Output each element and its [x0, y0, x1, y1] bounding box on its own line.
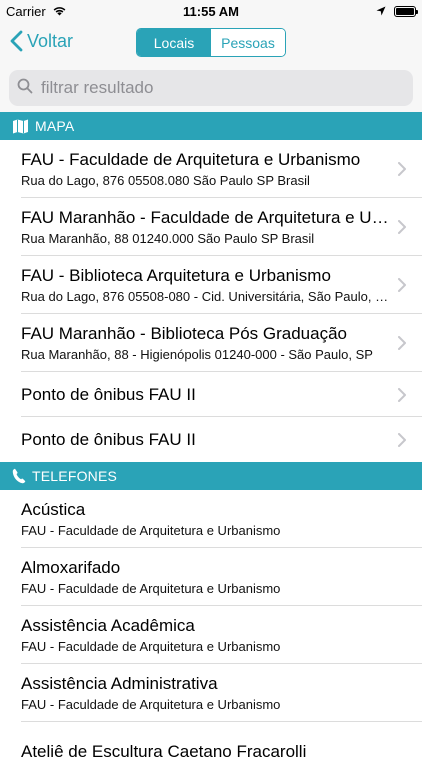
list-item[interactable]: Ateliê de Escultura Caetano Fracarolli — [0, 722, 422, 780]
item-subtitle: Rua do Lago, 876 05508-080 - Cid. Univer… — [21, 289, 390, 304]
segment-pessoas[interactable]: Pessoas — [211, 29, 285, 56]
item-title: Ponto de ônibus FAU II — [21, 430, 196, 449]
item-subtitle: Rua Maranhão, 88 01240.000 São Paulo SP … — [21, 231, 315, 246]
status-right — [376, 4, 418, 19]
item-subtitle: Rua do Lago, 876 05508.080 São Paulo SP … — [21, 173, 310, 188]
item-title: Assistência Administrativa — [21, 674, 218, 693]
status-bar: Carrier 11:55 AM — [0, 0, 422, 22]
list-item[interactable]: Acústica FAU - Faculdade de Arquitetura e… — [0, 490, 422, 548]
navigation-bar: Voltar Locais Pessoas — [0, 22, 422, 66]
search-input[interactable] — [39, 77, 405, 99]
chevron-right-icon — [398, 220, 406, 234]
wifi-icon — [52, 4, 67, 19]
item-title: FAU - Faculdade de Arquitetura e Urbanis… — [21, 150, 361, 169]
segment-locais[interactable]: Locais — [137, 29, 211, 56]
chevron-right-icon — [398, 278, 406, 292]
item-subtitle: FAU - Faculdade de Arquitetura e Urbanis… — [21, 639, 281, 654]
carrier-label: Carrier — [6, 3, 46, 19]
item-subtitle: FAU - Faculdade de Arquitetura e Urbanis… — [21, 581, 281, 596]
item-title: Ateliê de Escultura Caetano Fracarolli — [21, 741, 307, 761]
list-item[interactable]: FAU - Biblioteca Arquitetura e Urbanismo… — [0, 256, 422, 314]
item-title: Ponto de ônibus FAU II — [21, 385, 196, 404]
section-title-mapa: MAPA — [35, 118, 75, 134]
chevron-right-icon — [398, 432, 406, 447]
item-subtitle: FAU - Faculdade de Arquitetura e Urbanis… — [21, 523, 281, 538]
list-item[interactable]: FAU - Faculdade de Arquitetura e Urbanis… — [0, 140, 422, 198]
list-item[interactable]: FAU Maranhão - Faculdade de Arquitetura … — [0, 198, 422, 256]
item-title: Almoxarifado — [21, 558, 121, 577]
item-title: FAU Maranhão - Faculdade de Arquitetura … — [21, 208, 390, 227]
status-left: Carrier — [6, 4, 67, 19]
list-item[interactable]: Almoxarifado FAU - Faculdade de Arquitetu… — [0, 548, 422, 606]
list-item[interactable]: Ponto de ônibus FAU II — [0, 372, 422, 417]
list-item[interactable]: Assistência Administrativa FAU - Faculdad… — [0, 664, 422, 722]
item-title: Acústica — [21, 500, 86, 519]
segmented-control: Locais Pessoas — [136, 28, 286, 57]
item-title: FAU Maranhão - Biblioteca Pós Graduação — [21, 324, 348, 343]
section-header-mapa: MAPA — [0, 112, 422, 140]
item-title: Assistência Acadêmica — [21, 616, 195, 635]
back-button[interactable]: Voltar — [10, 30, 73, 52]
location-arrow-icon — [376, 4, 386, 19]
chevron-right-icon — [398, 336, 406, 350]
item-title: FAU - Biblioteca Arquitetura e Urbanismo — [21, 266, 331, 285]
map-list: FAU - Faculdade de Arquitetura e Urbanis… — [0, 140, 422, 462]
phone-list: Acústica FAU - Faculdade de Arquitetura e… — [0, 490, 422, 780]
battery-icon — [394, 5, 418, 17]
list-item[interactable]: Ponto de ônibus FAU II — [0, 417, 422, 462]
section-title-telefones: TELEFONES — [32, 468, 118, 484]
list-item[interactable]: Assistência Acadêmica FAU - Faculdade de … — [0, 606, 422, 664]
phone-icon — [12, 468, 26, 484]
item-subtitle: Rua Maranhão, 88 - Higienópolis 01240-00… — [21, 347, 373, 362]
search-box[interactable] — [9, 70, 413, 106]
back-button-label: Voltar — [27, 30, 74, 51]
map-icon — [12, 119, 29, 134]
list-item[interactable]: FAU Maranhão - Biblioteca Pós Graduação R… — [0, 314, 422, 372]
search-bar — [0, 66, 422, 112]
chevron-right-icon — [398, 387, 406, 402]
item-subtitle: FAU - Faculdade de Arquitetura e Urbanis… — [21, 697, 281, 712]
chevron-right-icon — [398, 162, 406, 176]
search-icon — [17, 78, 33, 99]
section-header-telefones: TELEFONES — [0, 462, 422, 490]
chevron-left-icon — [10, 30, 23, 52]
